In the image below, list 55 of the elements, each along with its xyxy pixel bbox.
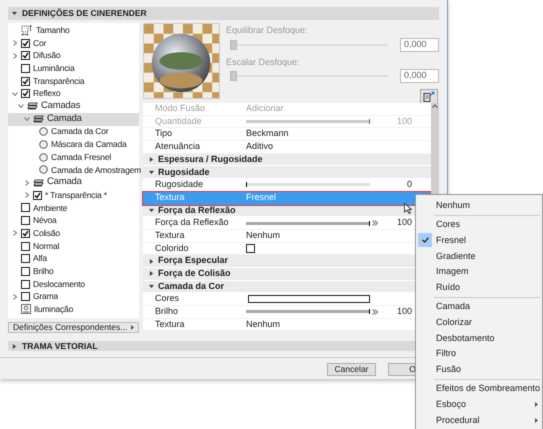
property-label: Força da Reflexão <box>155 216 230 230</box>
tree-item-label: * Transparência * <box>45 188 107 202</box>
property-label: Textura <box>155 190 186 204</box>
tree-item-label: Normal <box>33 240 60 252</box>
property-label: Colorido <box>155 242 190 255</box>
property-value: Adicionar <box>246 102 284 116</box>
tree-item-label: Alfa <box>33 252 47 266</box>
section-title: TRAMA VETORIAL <box>22 340 98 352</box>
property-label: Textura <box>155 318 186 331</box>
property-label: Tipo <box>155 127 174 140</box>
tree-item-label: Grama <box>33 290 58 304</box>
tree-item-label: Reflexo <box>33 87 60 100</box>
property-value: Beckmann <box>246 127 289 140</box>
property-label: Cores <box>155 292 180 306</box>
section-label: Força de Colisão <box>158 267 231 280</box>
tree-item-label: Máscara da Camada <box>51 138 126 151</box>
section-label: Rugosidade <box>158 166 210 179</box>
slider-reading: 100 <box>396 305 413 318</box>
property-label: Rugosidade <box>155 178 204 192</box>
property-label: Brilho <box>155 305 180 318</box>
section-label: Espessura / Rugosidade <box>158 152 263 166</box>
tree-item-label: Camadas <box>41 99 80 114</box>
property-value: Nenhum <box>246 228 280 242</box>
property-label: Quantidade <box>155 114 203 128</box>
tree-item-label: Tamanho <box>36 24 70 37</box>
property-label: Atenuância <box>155 140 202 154</box>
tree-item-label: Colisão <box>33 226 60 240</box>
tree-item-label: Névoa <box>33 214 57 228</box>
slider-label: Escalar Desfoque: <box>226 56 301 69</box>
tree-item-label: Iluminação <box>34 303 74 316</box>
slider-reading: 0 <box>406 178 413 192</box>
slider-label: Equilibrar Desfoque: <box>226 24 309 37</box>
tree-item-label: Camada da Cor <box>51 125 108 138</box>
tree-item-label: Camada de Amostragem <box>51 164 142 176</box>
property-label: Modo Fusão <box>155 102 206 116</box>
tree-item-label: Transparência <box>33 74 84 88</box>
tree-item-label: Cor <box>33 36 46 50</box>
tree-item-label: Camada <box>47 175 82 190</box>
tree-item-label: Deslocamento <box>33 278 85 290</box>
section-label: Força da Reflexão <box>158 204 236 217</box>
section-title: DEFINIÇÕES DE CINERENDER <box>22 7 147 20</box>
section-label: Camada da Cor <box>158 280 224 293</box>
tree-item-label: Ambiente <box>33 202 68 214</box>
tree-item-label: Luminância <box>33 62 74 75</box>
property-value: Fresnel <box>246 190 276 204</box>
property-value: Aditivo <box>246 140 274 154</box>
section-label: Força Especular <box>158 254 228 268</box>
property-label: Textura <box>155 228 186 242</box>
tree-item-label: Difusão <box>33 49 60 62</box>
tree-item-label: Brilho <box>33 265 54 278</box>
tree-item-label: Camada <box>47 112 82 126</box>
property-value: Nenhum <box>246 318 280 331</box>
slider-reading: 100 <box>396 114 413 128</box>
tree-item-label: Camada Fresnel <box>51 150 112 164</box>
slider-reading: 100 <box>396 216 413 230</box>
